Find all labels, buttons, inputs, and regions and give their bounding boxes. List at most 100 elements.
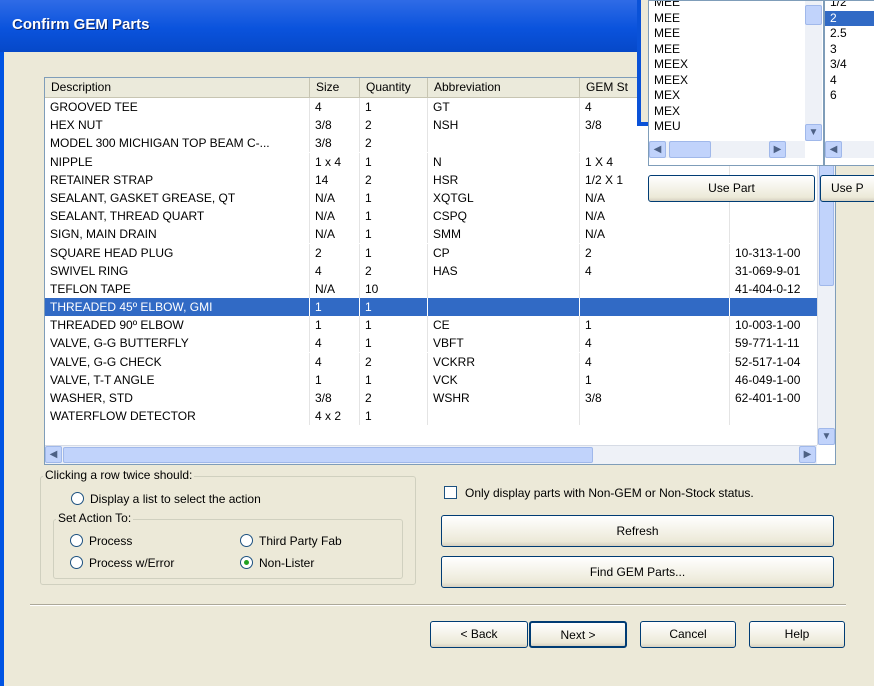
next-button[interactable]: Next > xyxy=(529,621,627,648)
table-cell: GT xyxy=(428,98,580,116)
size-items: 1/2 2 2.5 3 3/4 4 6 xyxy=(825,1,874,104)
size-item[interactable]: 2 xyxy=(825,10,874,26)
size-scroll-left-button[interactable]: ◀ xyxy=(825,141,842,158)
table-cell: 1 xyxy=(360,407,428,426)
part-name-item[interactable]: MEE xyxy=(649,1,799,11)
size-item[interactable]: 4 xyxy=(825,73,874,89)
size-item[interactable]: 3 xyxy=(825,42,874,58)
column-header-size[interactable]: Size xyxy=(310,78,360,97)
scroll-down-button[interactable]: ▼ xyxy=(818,428,835,445)
radio-indicator xyxy=(240,534,253,547)
part-name-list[interactable]: MEE MEE MEE MEE MEEX MEEX MEX MEX MEU ▼ ◀ ▶ xyxy=(648,0,824,166)
back-button[interactable]: < Back xyxy=(430,621,528,648)
table-row[interactable]: SWIVEL RING 4 2 HAS 4 31-069-9-01 xyxy=(45,261,817,280)
scroll-right-button[interactable]: ▶ xyxy=(799,446,816,463)
table-cell: VALVE, T-T ANGLE xyxy=(45,370,310,389)
size-list[interactable]: 1/2 2 2.5 3 3/4 4 6 ◀ xyxy=(824,0,874,166)
table-cell: SEALANT, THREAD QUART xyxy=(45,207,310,226)
part-name-hscrollbar[interactable]: ◀ ▶ xyxy=(649,141,805,158)
table-row[interactable]: SIGN, MAIN DRAIN N/A 1 SMM N/A xyxy=(45,225,817,244)
table-cell: 3/8 xyxy=(310,389,360,407)
part-name-scroll-thumb[interactable] xyxy=(805,5,822,25)
part-name-item[interactable]: MEE xyxy=(649,26,799,42)
column-header-quantity[interactable]: Quantity xyxy=(360,78,428,97)
table-cell: N/A xyxy=(310,188,360,207)
only-non-gem-checkbox[interactable]: Only display parts with Non-GEM or Non-S… xyxy=(444,486,754,500)
table-cell: HSR xyxy=(428,170,580,189)
column-header-abbreviation[interactable]: Abbreviation xyxy=(428,78,580,97)
table-row[interactable]: THREADED 90º ELBOW 1 1 CE 1 10-003-1-00 xyxy=(45,316,817,335)
table-cell: 1 xyxy=(360,298,428,317)
part-name-scrollbar[interactable]: ▼ xyxy=(805,1,822,141)
size-item[interactable]: 2.5 xyxy=(825,26,874,42)
part-name-item[interactable]: MEE xyxy=(649,42,799,58)
size-item[interactable]: 3/4 xyxy=(825,57,874,73)
table-cell: CSPQ xyxy=(428,207,580,226)
table-cell: HEX NUT xyxy=(45,116,310,135)
table-cell: CP xyxy=(428,243,580,262)
table-cell: 1 xyxy=(310,316,360,335)
part-name-item[interactable]: MEEX xyxy=(649,73,799,89)
column-header-description[interactable]: Description xyxy=(45,78,310,97)
part-name-item[interactable]: MEE xyxy=(649,11,799,27)
cancel-button[interactable]: Cancel xyxy=(640,621,736,648)
display-list-label: Display a list to select the action xyxy=(90,492,261,506)
radio-indicator xyxy=(71,492,84,505)
part-name-scroll-left-button[interactable]: ◀ xyxy=(649,141,666,158)
part-name-hscroll-thumb[interactable] xyxy=(669,141,711,158)
table-row[interactable]: WASHER, STD 3/8 2 WSHR 3/8 62-401-1-00 xyxy=(45,389,817,407)
part-name-item[interactable]: MEU xyxy=(649,119,799,135)
part-name-item[interactable]: MEX xyxy=(649,104,799,120)
table-cell: 1 x 4 xyxy=(310,152,360,171)
third-party-fab-radio[interactable]: Third Party Fab xyxy=(240,534,342,548)
size-item[interactable]: 1/2 xyxy=(825,1,874,11)
part-name-scroll-right-button[interactable]: ▶ xyxy=(769,141,786,158)
use-part-button[interactable]: Use Part xyxy=(648,175,815,202)
table-row[interactable]: THREADED 45º ELBOW, GMI 1 1 xyxy=(45,298,817,317)
table-cell: 59-771-1-11 xyxy=(735,336,800,351)
table-cell: THREADED 45º ELBOW, GMI xyxy=(45,298,310,317)
table-cell: WATERFLOW DETECTOR xyxy=(45,407,310,426)
table-row[interactable]: TEFLON TAPE N/A 10 41-404-0-12 xyxy=(45,279,817,298)
use-partial-button[interactable]: Use P xyxy=(820,175,874,202)
table-cell: SIGN, MAIN DRAIN xyxy=(45,225,310,244)
find-gem-parts-button[interactable]: Find GEM Parts... xyxy=(441,556,834,588)
size-item[interactable]: 6 xyxy=(825,88,874,104)
table-cell: 1 xyxy=(360,98,428,116)
part-name-item[interactable]: MEX xyxy=(649,88,799,104)
part-name-scroll-down-button[interactable]: ▼ xyxy=(805,124,822,141)
table-cell: SEALANT, GASKET GREASE, QT xyxy=(45,188,310,207)
table-cell xyxy=(580,407,730,426)
table-cell: 4 xyxy=(580,352,730,371)
scroll-left-button[interactable]: ◀ xyxy=(45,446,62,463)
row-action-group-label: Clicking a row twice should: xyxy=(43,468,195,482)
display-list-radio[interactable]: Display a list to select the action xyxy=(71,492,261,506)
process-with-error-label: Process w/Error xyxy=(89,556,175,570)
table-row[interactable]: SQUARE HEAD PLUG 2 1 CP 2 10-313-1-00 xyxy=(45,243,817,262)
window-title: Confirm GEM Parts xyxy=(12,16,150,33)
horizontal-scroll-thumb[interactable] xyxy=(63,447,593,463)
row-action-group: Clicking a row twice should: Display a l… xyxy=(40,468,416,585)
radio-indicator xyxy=(70,556,83,569)
table-row[interactable]: VALVE, T-T ANGLE 1 1 VCK 1 46-049-1-00 xyxy=(45,370,817,389)
table-cell: 4 xyxy=(310,352,360,371)
table-cell: 4 x 2 xyxy=(310,407,360,426)
table-row[interactable]: WATERFLOW DETECTOR 4 x 21 xyxy=(45,407,817,426)
part-name-item[interactable]: MEEX xyxy=(649,57,799,73)
table-row[interactable]: SEALANT, THREAD QUART N/A 1 CSPQ N/A xyxy=(45,207,817,226)
size-hscrollbar[interactable]: ◀ xyxy=(825,141,874,158)
part-name-items: MEE MEE MEE MEE MEEX MEEX MEX MEX MEU xyxy=(649,1,799,135)
horizontal-scrollbar[interactable]: ◀ ▶ xyxy=(45,445,817,464)
process-with-error-radio[interactable]: Process w/Error xyxy=(70,556,174,570)
refresh-button[interactable]: Refresh xyxy=(441,515,834,547)
table-cell: 2 xyxy=(360,134,428,153)
table-cell: SMM xyxy=(428,225,580,244)
process-radio[interactable]: Process xyxy=(70,534,132,548)
table-row[interactable]: VALVE, G-G CHECK 4 2 VCKRR 4 52-517-1-04 xyxy=(45,352,817,371)
non-lister-radio[interactable]: Non-Lister xyxy=(240,556,314,570)
help-button[interactable]: Help xyxy=(749,621,845,648)
table-cell: 10-313-1-00 xyxy=(735,245,801,260)
table-cell: N xyxy=(428,152,580,171)
table-row[interactable]: VALVE, G-G BUTTERFLY 4 1 VBFT 4 59-771-1-11 xyxy=(45,334,817,353)
table-cell xyxy=(580,279,730,298)
